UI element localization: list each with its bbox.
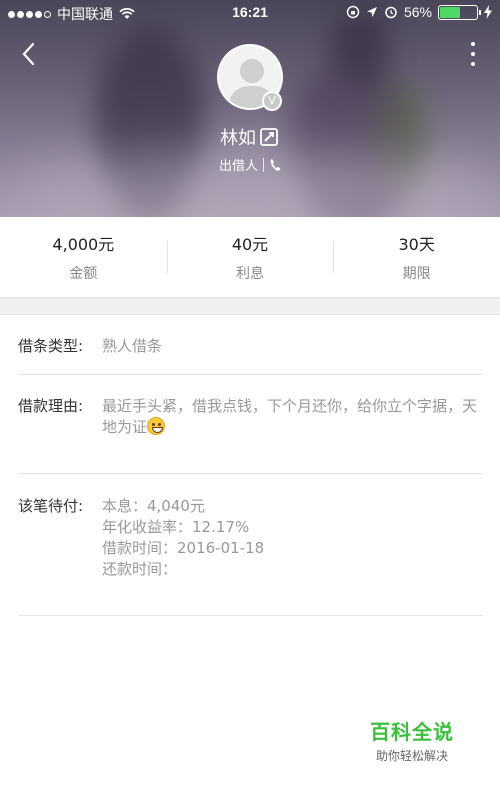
divider [18, 615, 483, 616]
divider [263, 157, 264, 172]
verified-badge: V [262, 91, 282, 111]
profile-header: 中国联通 16:21 56% V 林如 出借人 [0, 0, 500, 217]
repay-time: 还款时间： [102, 560, 178, 578]
annual-rate: 年化收益率：12.17% [102, 518, 250, 536]
stat-value: 40元 [231, 235, 269, 254]
watermark-logo: 百科全说 助你轻松解决 [362, 716, 462, 764]
stat-value: 30天 [398, 235, 435, 254]
charging-bolt-icon [484, 5, 492, 19]
stat-label: 期限 [402, 266, 431, 282]
battery-percentage: 56% [403, 4, 432, 20]
edit-icon[interactable] [258, 126, 280, 148]
phone-icon[interactable] [269, 158, 281, 172]
status-right: 56% [346, 4, 492, 20]
role-label: 出借人 [218, 159, 258, 174]
rotation-lock-icon [346, 5, 360, 19]
detail-value: 熟人借条 [102, 337, 163, 355]
role-row: 出借人 [0, 155, 500, 174]
battery-icon [438, 4, 481, 20]
back-button[interactable] [18, 40, 42, 68]
more-options-button[interactable] [468, 42, 478, 66]
loan-summary: 4,000元 金额 40元 利息 30天 期限 [0, 217, 500, 297]
borrow-time: 借款时间：2016-01-18 [102, 539, 265, 557]
stat-value: 4,000元 [52, 235, 115, 254]
watermark-subtitle: 助你轻松解决 [375, 749, 448, 763]
detail-value-list: 本息：4,040元 年化收益率：12.17% 借款时间：2016-01-18 还… [102, 496, 483, 580]
principal-interest: 本息：4,040元 [102, 497, 205, 515]
detail-value-wrap: 最近手头紧，借我点钱，下个月还你，给你立个字据，天地为证 [102, 396, 483, 438]
detail-row-reason: 借款理由: 最近手头紧，借我点钱，下个月还你，给你立个字据，天地为证 [18, 396, 483, 438]
user-name: 林如 [220, 128, 256, 149]
section-spacer [0, 297, 500, 315]
stat-label: 金额 [69, 266, 98, 282]
smile-emoji-icon [147, 417, 166, 435]
more-vertical-icon [471, 42, 475, 46]
stat-interest: 40元 利息 [166, 217, 334, 297]
detail-row-pending: 该笔待付: 本息：4,040元 年化收益率：12.17% 借款时间：2016-0… [18, 496, 483, 580]
detail-label: 该笔待付: [18, 497, 84, 515]
stat-term: 30天 期限 [333, 217, 500, 297]
detail-row-type: 借条类型: 熟人借条 [18, 336, 483, 357]
chevron-left-icon [22, 42, 35, 66]
stat-amount: 4,000元 金额 [0, 217, 167, 297]
location-arrow-icon [366, 7, 377, 17]
user-name-row: 林如 [0, 124, 500, 150]
watermark-title: 百科全说 [370, 720, 454, 744]
stat-label: 利息 [236, 266, 264, 282]
status-bar: 中国联通 16:21 56% [0, 0, 500, 26]
detail-label: 借条类型: [18, 337, 84, 355]
divider [18, 374, 483, 375]
alarm-icon [385, 6, 397, 19]
detail-label: 借款理由: [18, 397, 84, 415]
divider [18, 473, 483, 474]
